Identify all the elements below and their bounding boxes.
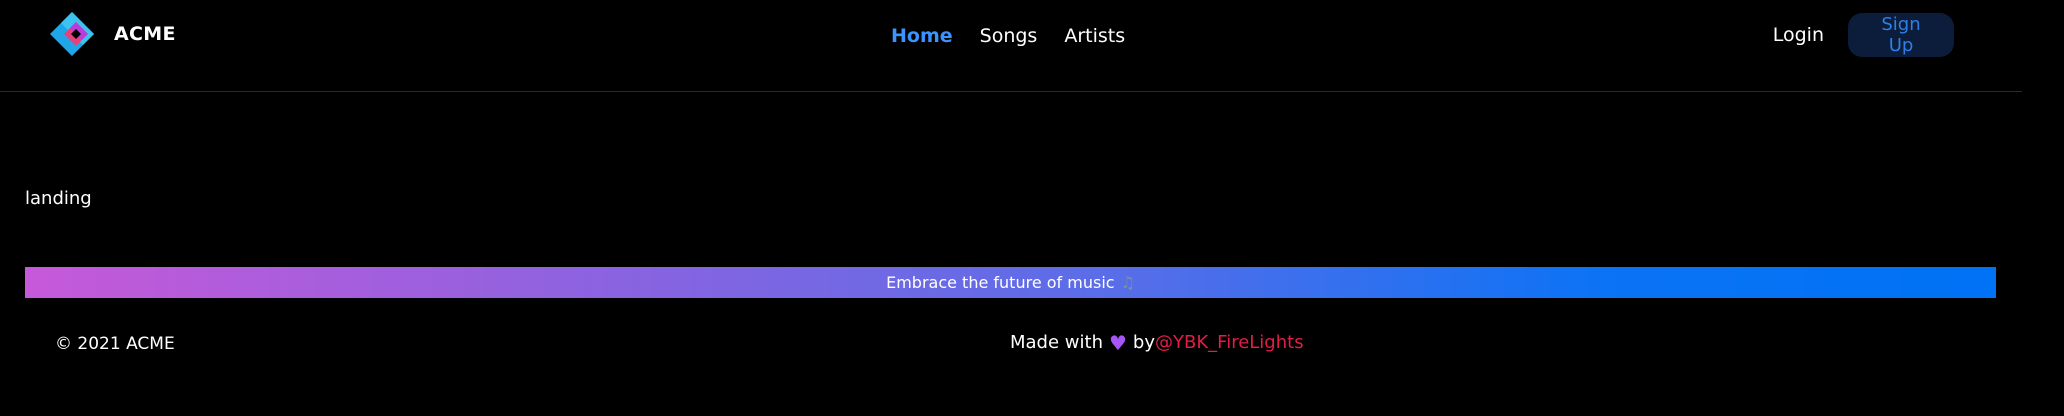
author-link[interactable]: @YBK_FireLights (1155, 332, 1304, 353)
landing-text: landing (25, 188, 92, 209)
navbar: ACME Home Songs Artists Login Sign Up (0, 0, 2022, 92)
login-link[interactable]: Login (1773, 24, 1824, 46)
brand-name: ACME (114, 23, 176, 45)
acme-logo-icon (50, 12, 94, 56)
purple-heart-icon: ♥ (1108, 330, 1127, 355)
made-with: Made with ♥ by @YBK_FireLights (1010, 332, 1304, 353)
music-note-icon: ♫ (1120, 273, 1135, 292)
nav-link-home[interactable]: Home (891, 25, 953, 47)
copyright-text: © 2021 ACME (55, 334, 175, 354)
nav-link-artists[interactable]: Artists (1064, 25, 1125, 47)
main-nav: Home Songs Artists (891, 22, 1152, 50)
brand[interactable]: ACME (46, 8, 176, 60)
banner-text: Embrace the future of music (886, 273, 1115, 292)
signup-button[interactable]: Sign Up (1848, 13, 1954, 57)
made-with-prefix: Made with (1010, 332, 1103, 353)
auth-actions: Login Sign Up (1773, 13, 1954, 57)
nav-link-songs[interactable]: Songs (980, 25, 1038, 47)
by-label: by (1132, 332, 1155, 353)
promo-banner: Embrace the future of music ♫ (25, 267, 1996, 298)
